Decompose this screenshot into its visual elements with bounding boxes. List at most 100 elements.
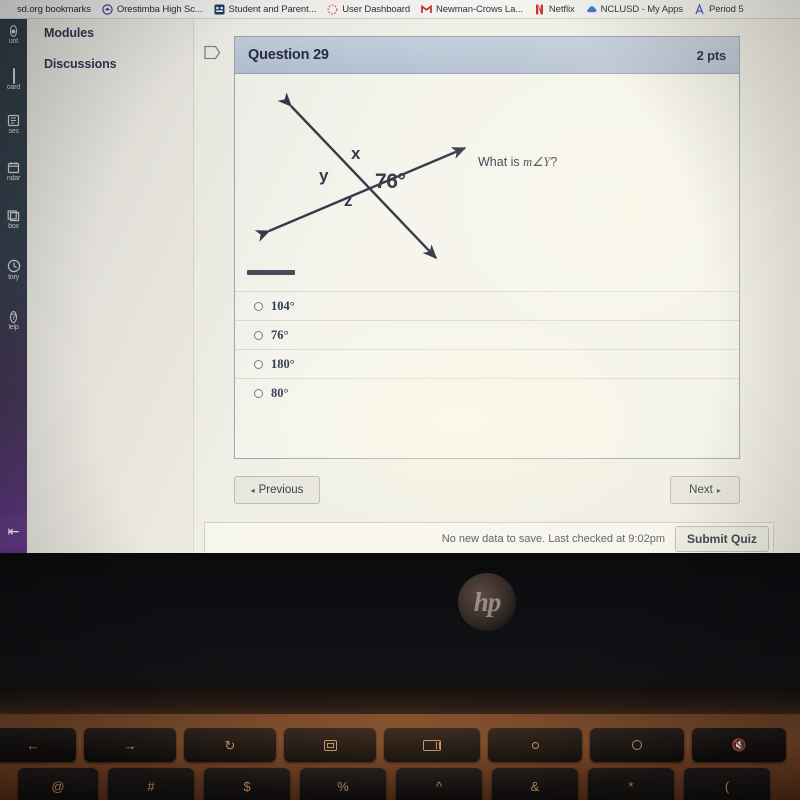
diagram-line-1 (277, 92, 437, 260)
answer-option[interactable]: 104° (235, 291, 739, 320)
key-percent[interactable]: % (300, 768, 386, 800)
bookmark-item[interactable]: Orestimba High Sc... (102, 4, 203, 15)
save-status-text: No new data to save. Last checked at 9:0… (441, 532, 665, 545)
diagram-label-z: z (344, 191, 353, 210)
bookmark-item[interactable]: Student and Parent... (214, 3, 317, 15)
mute-key[interactable]: 🔇 (692, 728, 786, 762)
next-button-label: Next (689, 484, 713, 496)
key-paren-open[interactable]: ( (684, 768, 770, 800)
diagram-line-2 (254, 146, 467, 242)
bookmark-label: Period 5 (708, 3, 744, 15)
bookmark-item[interactable]: NCLUSD - My Apps (586, 4, 683, 15)
course-nav: Modules Discussions (27, 19, 194, 553)
quiz-content: Question 29 2 pts x y z 76° What is m∠Y?… (194, 19, 800, 553)
bookmark-label: Netflix (548, 3, 575, 15)
at-symbol-icon: @ (51, 778, 65, 794)
circle-logo-icon (102, 3, 113, 15)
chevron-right-icon: ▸ (716, 485, 721, 495)
arrow-left-icon: ← (26, 737, 40, 753)
question-container: Question 29 2 pts x y z 76° What is m∠Y?… (234, 36, 740, 459)
key-caret[interactable]: ^ (396, 768, 482, 800)
global-nav-item-help[interactable]: ? lelp (0, 309, 27, 332)
reload-icon: ↻ (224, 737, 236, 753)
paren-open-symbol-icon: ( (724, 778, 730, 794)
laptop-bezel: hp (0, 553, 800, 685)
key-hash[interactable]: # (108, 768, 194, 800)
key-dollar[interactable]: $ (204, 768, 290, 800)
previous-button-label: Previous (258, 484, 304, 496)
diagram-label-angle: 76° (375, 170, 406, 193)
global-nav-item-inbox[interactable]: box (0, 209, 27, 231)
bookmark-label: sd.org bookmarks (17, 3, 91, 15)
mute-icon: 🔇 (731, 738, 747, 752)
bookmark-item[interactable]: Period 5 (694, 3, 744, 15)
radio-button[interactable] (254, 359, 263, 369)
sidebar-item-discussions[interactable]: Discussions (44, 57, 117, 71)
answer-label: 80° (271, 385, 289, 400)
help-icon: ? (9, 311, 17, 323)
forward-key[interactable]: → (84, 728, 176, 762)
reload-key[interactable]: ↻ (184, 728, 276, 762)
question-title: Question 29 (248, 47, 329, 63)
hp-logo: hp (458, 573, 516, 631)
diagram-label-x: x (351, 144, 361, 163)
inbox-icon (0, 209, 27, 222)
collapse-left-icon[interactable]: ⇤ (0, 514, 27, 548)
hp-logo-text: hp (473, 586, 502, 617)
hash-symbol-icon: # (147, 778, 155, 794)
brightness-up-key[interactable] (590, 728, 684, 762)
answer-option[interactable]: 180° (235, 349, 739, 378)
overview-key[interactable] (384, 728, 480, 762)
keyboard-function-row: ← → ↻ 🔇 (0, 728, 800, 764)
question-header: Question 29 2 pts (235, 37, 739, 74)
previous-question-button[interactable]: ◂ Previous (234, 476, 320, 504)
brightness-down-icon (531, 741, 539, 749)
question-body: x y z 76° What is m∠Y? 104° 76° 180° 80° (235, 74, 739, 458)
key-at[interactable]: @ (18, 768, 98, 800)
global-nav-item-courses[interactable]: ses (0, 114, 27, 136)
radio-button[interactable] (254, 301, 263, 311)
bookmark-label: NCLUSD - My Apps (600, 3, 683, 15)
global-nav-item-calendar[interactable]: ndar (0, 161, 27, 183)
key-ampersand[interactable]: & (492, 768, 578, 800)
global-nav-item-account[interactable]: ● unt (0, 23, 27, 46)
folder-icon (2, 4, 13, 15)
submit-quiz-button[interactable]: Submit Quiz (675, 525, 769, 552)
global-nav-label: tory (8, 274, 19, 281)
key-asterisk[interactable]: * (588, 768, 674, 800)
global-nav-label: lelp (8, 324, 19, 331)
bookmark-item[interactable]: Newman-Crows La... (421, 4, 523, 15)
radio-button[interactable] (254, 330, 263, 340)
fullscreen-key[interactable] (284, 728, 376, 762)
sidebar-item-modules[interactable]: Modules (44, 26, 94, 40)
brightness-down-key[interactable] (488, 728, 582, 762)
back-key[interactable]: ← (0, 728, 76, 762)
netflix-n-icon (534, 4, 545, 15)
bookmark-label: Student and Parent... (228, 3, 317, 15)
diagram-label-y: y (319, 166, 329, 185)
radio-button[interactable] (254, 388, 263, 398)
next-question-button[interactable]: Next ▸ (670, 476, 740, 504)
diagram-underline-bar (247, 270, 295, 275)
global-nav-item-history[interactable]: tory (0, 259, 27, 282)
bookmark-item[interactable]: sd.org bookmarks (2, 4, 91, 15)
question-prompt: What is m∠Y? (478, 154, 557, 170)
window-overview-icon (423, 739, 441, 751)
laptop-photo: sd.org bookmarks Orestimba High Sc... St… (0, 0, 800, 800)
answer-option[interactable]: 76° (235, 320, 739, 349)
gmail-m-icon (421, 4, 432, 15)
flag-outline-icon[interactable] (204, 45, 221, 60)
account-icon: ● (9, 25, 18, 37)
bookmark-item[interactable]: Netflix (534, 4, 575, 15)
history-icon (0, 259, 27, 273)
global-nav-label: oard (6, 84, 21, 91)
bookmark-label: Orestimba High Sc... (116, 3, 203, 15)
answer-list: 104° 76° 180° 80° (235, 291, 739, 407)
bookmark-item[interactable]: User Dashboard (327, 4, 410, 15)
answer-option[interactable]: 80° (235, 378, 739, 407)
keyboard-number-row: @ # $ % ^ & * ( (0, 768, 800, 800)
cloud-icon (586, 4, 597, 15)
prompt-suffix: ? (550, 155, 558, 169)
ampersand-symbol-icon: & (530, 778, 540, 794)
global-nav-item-dashboard[interactable]: oard (0, 68, 27, 92)
